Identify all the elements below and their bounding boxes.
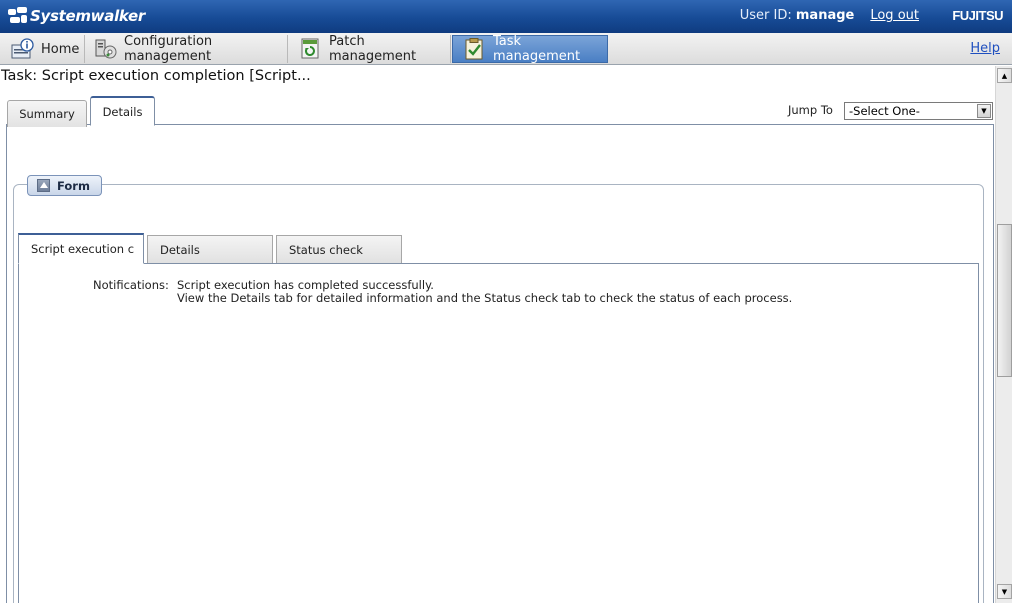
- systemwalker-logo-icon: [8, 7, 28, 25]
- nav-task-management[interactable]: Task management: [452, 34, 608, 64]
- content-border-left: [6, 125, 7, 603]
- systemwalker-logo: Systemwalker: [8, 6, 145, 26]
- jump-to-label: Jump To: [788, 103, 833, 117]
- patch-icon: [299, 38, 323, 60]
- nav-configuration-management[interactable]: Configuration management: [86, 34, 288, 64]
- tab-details-label: Details: [102, 104, 143, 119]
- tab-status-check[interactable]: Status check: [276, 235, 402, 263]
- app-header: Systemwalker User ID: manage Log out FUJ…: [0, 0, 1012, 33]
- jump-to-selected: -Select One-: [849, 104, 920, 118]
- tab-summary[interactable]: Summary: [7, 100, 87, 127]
- nav-home[interactable]: Home: [4, 35, 85, 63]
- nav-home-label: Home: [41, 41, 80, 57]
- home-info-icon: [11, 38, 35, 60]
- nav-configuration-label: Configuration management: [124, 34, 213, 64]
- scroll-up-button[interactable]: ▲: [997, 68, 1012, 83]
- tab-details[interactable]: Details: [90, 96, 155, 126]
- tab-status-check-label: Status check: [289, 242, 363, 257]
- script-execution-panel: [18, 263, 979, 603]
- notifications-label: Notifications:: [93, 278, 169, 292]
- nav-patch-management[interactable]: Patch management: [289, 34, 451, 64]
- notification-line-2: View the Details tab for detailed inform…: [177, 291, 793, 305]
- user-id-value: manage: [795, 8, 855, 23]
- tab-summary-label: Summary: [19, 107, 75, 121]
- fujitsu-logo: FUJITSU: [952, 8, 1003, 23]
- jump-to-select[interactable]: -Select One- ▼: [844, 102, 993, 120]
- notification-line-1: Script execution has completed successfu…: [177, 278, 434, 292]
- form-section-toggle[interactable]: Form: [27, 175, 102, 196]
- scroll-down-button[interactable]: ▼: [997, 584, 1012, 599]
- task-checklist-icon: [463, 38, 487, 60]
- help-link[interactable]: Help: [970, 41, 1000, 56]
- user-id-label: User ID:: [739, 8, 792, 23]
- tab-script-execution[interactable]: Script execution c: [18, 233, 144, 264]
- content-border-right: [993, 125, 994, 603]
- user-area: User ID: manage Log out: [740, 8, 919, 23]
- vertical-scrollbar[interactable]: ▲ ▼: [995, 66, 1012, 603]
- chevron-down-icon: ▼: [977, 104, 991, 118]
- nav-patch-label: Patch management: [329, 34, 417, 64]
- user-id-display: User ID: manage: [740, 8, 855, 23]
- scroll-thumb[interactable]: [997, 224, 1012, 377]
- tab-form-details-label: Details: [160, 242, 200, 257]
- brand-name: Systemwalker: [30, 7, 146, 25]
- tab-form-details[interactable]: Details: [147, 235, 273, 263]
- logout-link[interactable]: Log out: [870, 8, 919, 23]
- configuration-icon: [94, 38, 118, 60]
- collapse-up-icon: [37, 179, 50, 192]
- nav-task-label: Task management: [493, 34, 581, 64]
- page-title: Task: Script execution completion [Scrip…: [1, 68, 311, 84]
- main-nav: Home Configuration management Patch mana…: [0, 33, 1012, 65]
- tab-script-execution-label: Script execution c: [31, 242, 135, 256]
- form-section-label: Form: [57, 178, 90, 193]
